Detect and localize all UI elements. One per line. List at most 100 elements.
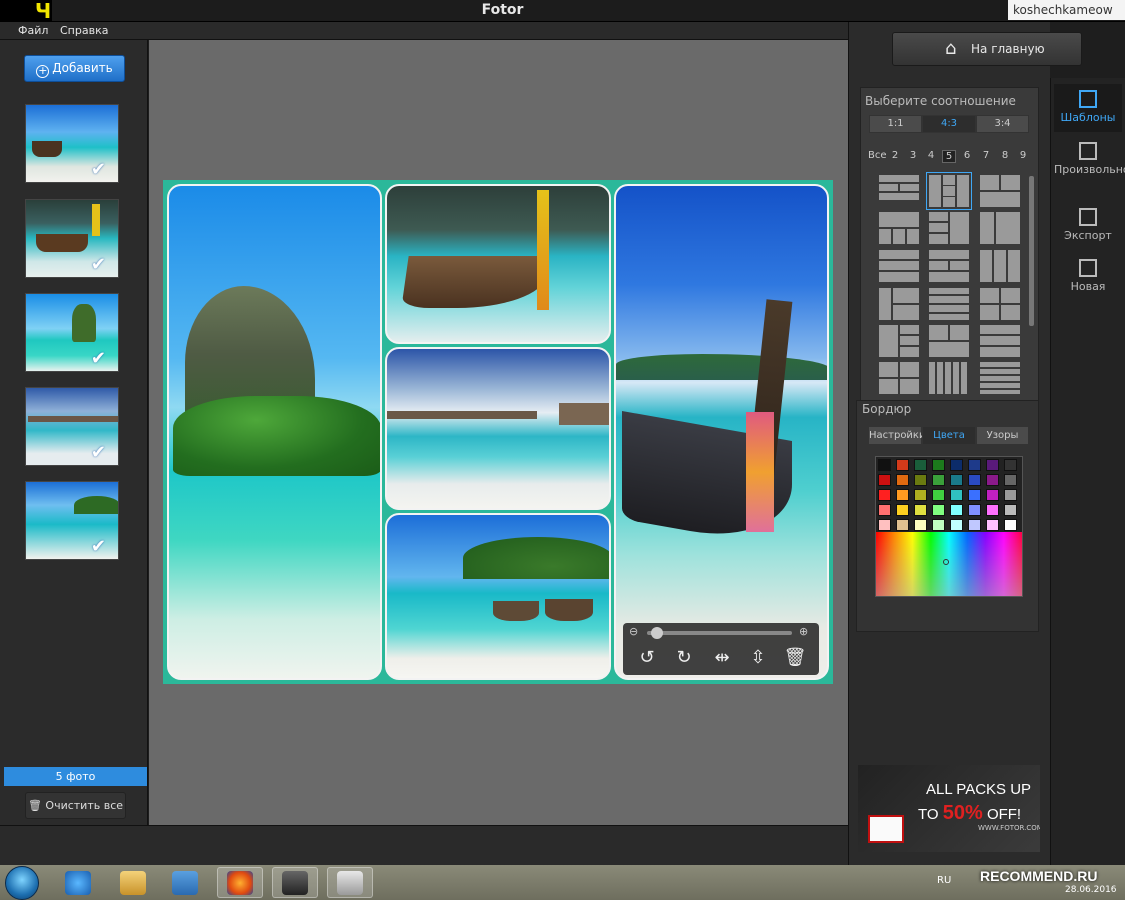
menu-help[interactable]: Справка bbox=[60, 24, 108, 37]
color-swatch[interactable] bbox=[896, 474, 909, 486]
menu-file[interactable]: Файл bbox=[18, 24, 48, 37]
nav-templates[interactable]: Шаблоны bbox=[1054, 84, 1122, 132]
color-swatch[interactable] bbox=[896, 459, 909, 471]
color-swatch[interactable] bbox=[932, 504, 945, 516]
count-tab-8[interactable]: 8 bbox=[998, 150, 1012, 161]
photo-thumbnail[interactable]: ✔ bbox=[25, 387, 119, 466]
color-swatch[interactable] bbox=[914, 504, 927, 516]
template-option[interactable] bbox=[929, 362, 969, 394]
color-swatch[interactable] bbox=[1004, 519, 1017, 531]
trash-icon[interactable]: 🗑 bbox=[783, 647, 807, 669]
clear-all-button[interactable]: 🗑 Очистить все bbox=[25, 792, 126, 819]
color-swatch[interactable] bbox=[950, 519, 963, 531]
photo-thumbnail[interactable]: ✔ bbox=[25, 293, 119, 372]
color-swatch[interactable] bbox=[914, 489, 927, 501]
color-swatch[interactable] bbox=[986, 489, 999, 501]
template-option[interactable] bbox=[929, 250, 969, 282]
add-photo-button[interactable]: + Добавить bbox=[24, 55, 125, 82]
nav-freeform[interactable]: Произвольно bbox=[1054, 136, 1125, 184]
color-swatch[interactable] bbox=[878, 519, 891, 531]
color-swatch[interactable] bbox=[914, 474, 927, 486]
template-option[interactable] bbox=[879, 288, 919, 320]
color-swatch[interactable] bbox=[986, 474, 999, 486]
count-tab-3[interactable]: 3 bbox=[906, 150, 920, 161]
start-button[interactable] bbox=[5, 866, 39, 900]
templates-scrollbar[interactable] bbox=[1029, 176, 1034, 326]
color-swatch[interactable] bbox=[932, 459, 945, 471]
color-swatch[interactable] bbox=[896, 489, 909, 501]
template-option[interactable] bbox=[980, 288, 1020, 320]
nav-export[interactable]: Экспорт bbox=[1054, 202, 1122, 250]
count-tab-6[interactable]: 6 bbox=[960, 150, 974, 161]
count-tab-7[interactable]: 7 bbox=[979, 150, 993, 161]
color-swatch[interactable] bbox=[950, 489, 963, 501]
color-swatch[interactable] bbox=[896, 504, 909, 516]
home-button[interactable]: ⌂ На главную bbox=[892, 32, 1082, 66]
template-option[interactable] bbox=[980, 212, 1020, 244]
template-option[interactable] bbox=[879, 212, 919, 244]
ratio-4-3-button[interactable]: 4:3 bbox=[922, 115, 976, 133]
count-tab-5[interactable]: 5 bbox=[942, 150, 956, 163]
color-swatch[interactable] bbox=[986, 504, 999, 516]
template-option-selected[interactable] bbox=[926, 172, 972, 210]
color-swatch[interactable] bbox=[968, 489, 981, 501]
collage-cell-boat[interactable] bbox=[385, 184, 611, 344]
color-swatch[interactable] bbox=[932, 489, 945, 501]
language-indicator[interactable]: RU bbox=[937, 875, 951, 886]
color-swatch[interactable] bbox=[1004, 504, 1017, 516]
color-swatch[interactable] bbox=[1004, 474, 1017, 486]
template-option[interactable] bbox=[929, 288, 969, 320]
color-swatch[interactable] bbox=[968, 519, 981, 531]
ratio-3-4-button[interactable]: 3:4 bbox=[976, 115, 1029, 133]
color-swatch[interactable] bbox=[950, 474, 963, 486]
template-option[interactable] bbox=[879, 175, 919, 207]
border-tab-colors[interactable]: Цвета bbox=[922, 426, 976, 445]
collage-cell-longtail-boat[interactable] bbox=[614, 184, 829, 680]
color-spectrum-picker[interactable] bbox=[876, 532, 1022, 596]
collage-cell-island[interactable] bbox=[167, 184, 382, 680]
template-option[interactable] bbox=[929, 325, 969, 357]
flip-vertical-icon[interactable]: ⇳ bbox=[746, 647, 770, 669]
color-swatch[interactable] bbox=[950, 459, 963, 471]
zoom-slider-thumb[interactable] bbox=[651, 627, 663, 639]
color-swatch[interactable] bbox=[932, 474, 945, 486]
color-swatch[interactable] bbox=[878, 489, 891, 501]
photo-thumbnail[interactable]: ✔ bbox=[25, 199, 119, 278]
color-swatch[interactable] bbox=[968, 504, 981, 516]
collage-cell-bungalows[interactable] bbox=[385, 347, 611, 510]
color-swatch[interactable] bbox=[878, 504, 891, 516]
template-option[interactable] bbox=[980, 175, 1020, 207]
color-swatch[interactable] bbox=[878, 474, 891, 486]
collage-cell-two-boats[interactable] bbox=[385, 513, 611, 680]
count-tab-all[interactable]: Все bbox=[868, 150, 887, 161]
color-swatch[interactable] bbox=[1004, 489, 1017, 501]
color-swatch[interactable] bbox=[914, 519, 927, 531]
border-tab-settings[interactable]: Настройки bbox=[868, 426, 925, 445]
template-option[interactable] bbox=[929, 212, 969, 244]
template-option[interactable] bbox=[879, 325, 919, 357]
count-tab-4[interactable]: 4 bbox=[924, 150, 938, 161]
color-swatch[interactable] bbox=[914, 459, 927, 471]
rotate-right-icon[interactable]: ↻ bbox=[672, 647, 696, 669]
color-swatch[interactable] bbox=[878, 459, 891, 471]
taskbar-date[interactable]: 28.06.2016 bbox=[1065, 885, 1117, 895]
ratio-1-1-button[interactable]: 1:1 bbox=[869, 115, 922, 133]
photo-thumbnail[interactable]: ✔ bbox=[25, 481, 119, 560]
zoom-in-icon[interactable]: ⊕ bbox=[799, 625, 808, 638]
color-swatch[interactable] bbox=[896, 519, 909, 531]
template-option[interactable] bbox=[980, 362, 1020, 394]
rotate-left-icon[interactable]: ↺ bbox=[635, 647, 659, 669]
flip-horizontal-icon[interactable]: ⇹ bbox=[710, 647, 734, 669]
explorer-icon[interactable] bbox=[120, 871, 146, 895]
color-swatch[interactable] bbox=[986, 519, 999, 531]
color-swatch[interactable] bbox=[986, 459, 999, 471]
nav-new[interactable]: Новая bbox=[1054, 253, 1122, 301]
count-tab-9[interactable]: 9 bbox=[1016, 150, 1030, 161]
zoom-slider-track[interactable] bbox=[647, 631, 792, 635]
color-swatch[interactable] bbox=[968, 474, 981, 486]
template-option[interactable] bbox=[980, 250, 1020, 282]
template-option[interactable] bbox=[879, 250, 919, 282]
promo-banner[interactable]: ALL PACKS UP TO 50% OFF! WWW.FOTOR.COM bbox=[858, 765, 1040, 852]
border-tab-patterns[interactable]: Узоры bbox=[976, 426, 1029, 445]
template-option[interactable] bbox=[980, 325, 1020, 357]
